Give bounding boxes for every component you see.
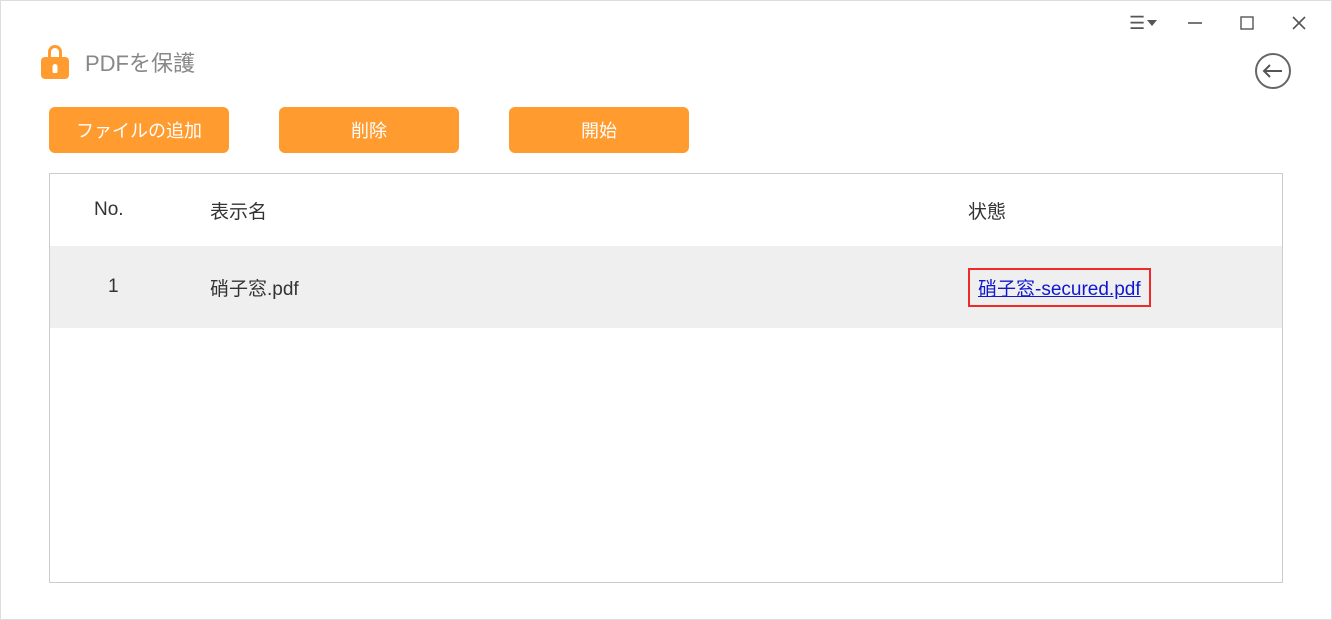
back-button[interactable] — [1255, 53, 1291, 89]
lock-icon — [41, 45, 69, 79]
header-name: 表示名 — [210, 197, 952, 224]
maximize-icon — [1239, 15, 1255, 31]
add-file-button[interactable]: ファイルの追加 — [49, 107, 229, 153]
header-no: No. — [50, 199, 210, 221]
close-button[interactable] — [1285, 9, 1313, 37]
status-highlight: 硝子窓-secured.pdf — [968, 268, 1151, 307]
maximize-button[interactable] — [1233, 9, 1261, 37]
secured-file-link[interactable]: 硝子窓-secured.pdf — [978, 274, 1141, 301]
arrow-left-icon — [1262, 64, 1284, 78]
table-row[interactable]: 1 硝子窓.pdf 硝子窓-secured.pdf — [50, 246, 1282, 328]
table-header: No. 表示名 状態 — [50, 174, 1282, 246]
list-menu-icon: ☰ — [1129, 14, 1157, 32]
minimize-icon — [1186, 14, 1204, 32]
menu-button[interactable]: ☰ — [1129, 9, 1157, 37]
page-title: PDFを保護 — [85, 46, 195, 78]
close-icon — [1290, 14, 1308, 32]
file-table: No. 表示名 状態 1 硝子窓.pdf 硝子窓-secured.pdf — [49, 173, 1283, 583]
minimize-button[interactable] — [1181, 9, 1209, 37]
cell-no: 1 — [50, 276, 210, 298]
delete-button[interactable]: 削除 — [279, 107, 459, 153]
header-status: 状態 — [952, 197, 1282, 224]
start-button[interactable]: 開始 — [509, 107, 689, 153]
cell-name: 硝子窓.pdf — [210, 274, 952, 301]
